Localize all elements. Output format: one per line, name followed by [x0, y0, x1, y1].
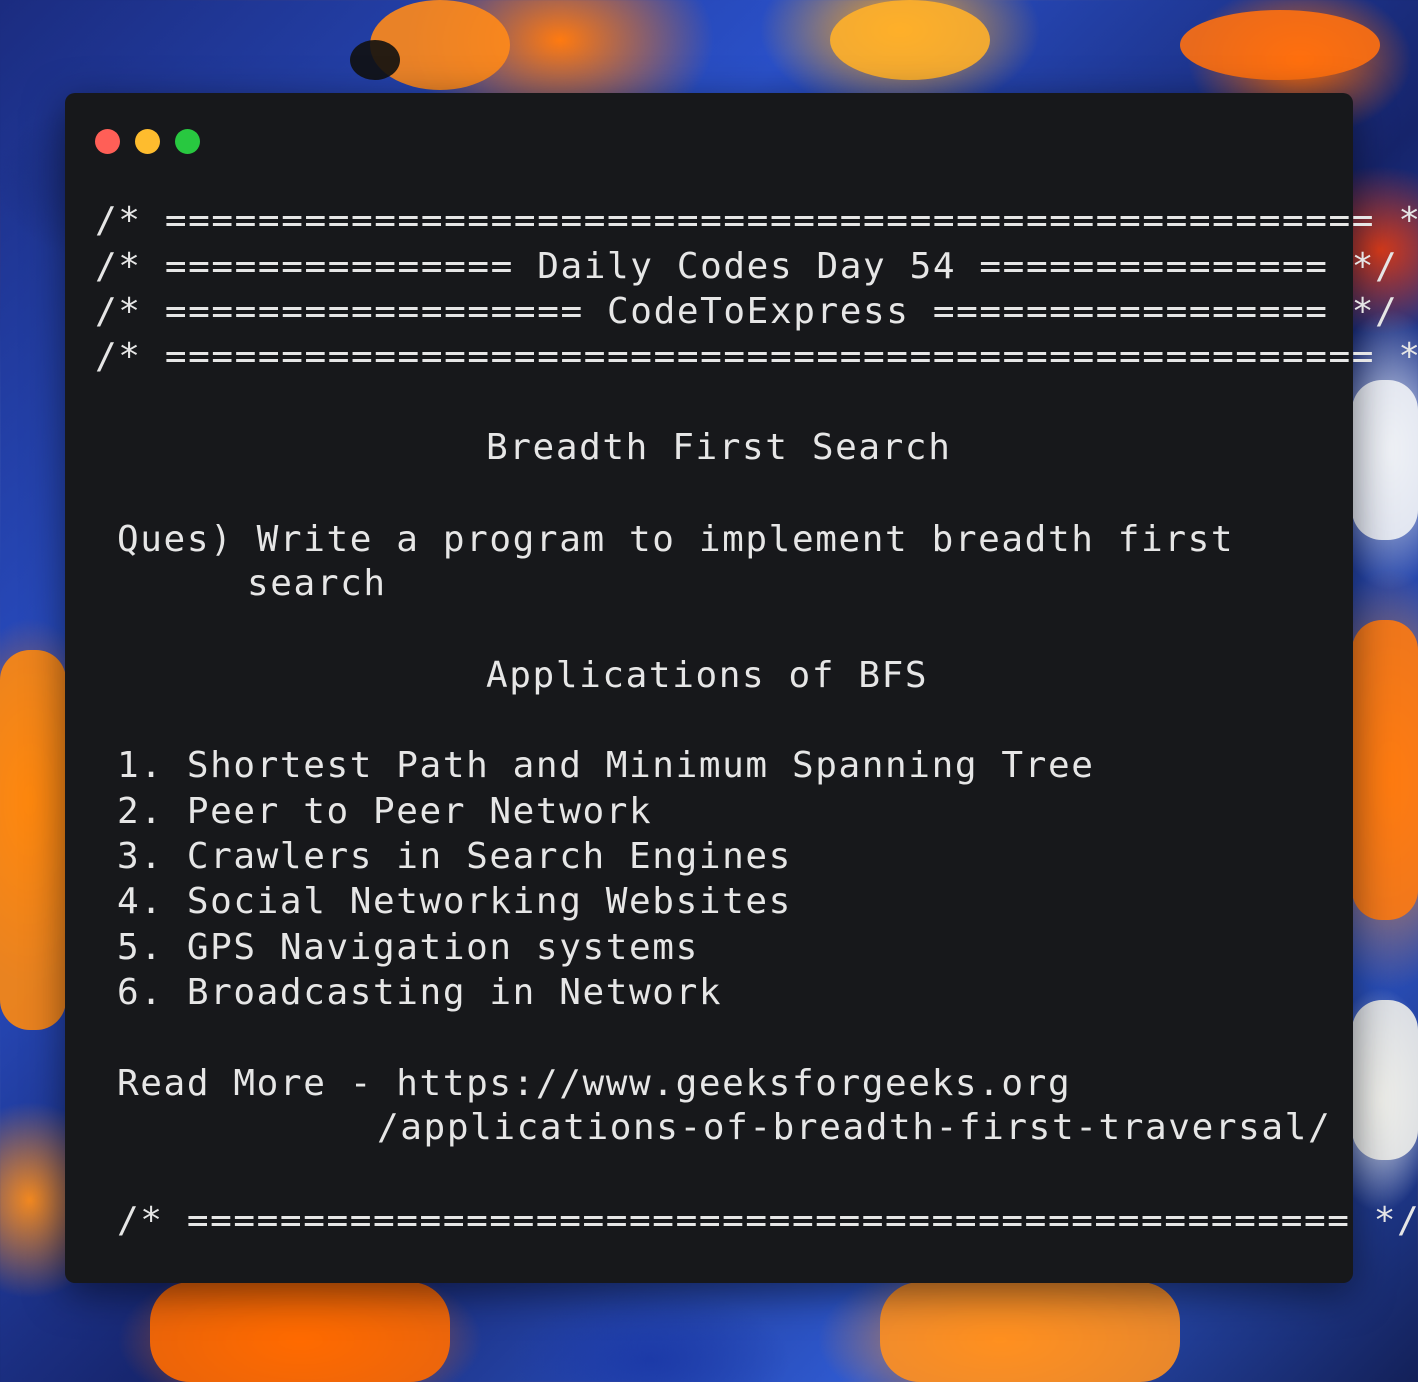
code-content: /* =====================================…: [65, 93, 1418, 1239]
header-line-4: /* =====================================…: [95, 336, 1418, 377]
paint-splash: [350, 40, 400, 80]
paint-splash: [830, 0, 990, 80]
zoom-button[interactable]: [175, 129, 200, 154]
list-item: 3. Crawlers in Search Engines: [117, 836, 792, 877]
footer-line: /* =====================================…: [117, 1200, 1418, 1241]
read-more-line-1: Read More - https://www.geeksforgeeks.or…: [117, 1063, 1072, 1104]
read-more-line-2: /applications-of-breadth-first-traversal…: [377, 1107, 1332, 1148]
paint-splash: [1352, 620, 1418, 920]
page-title: Breadth First Search: [486, 427, 952, 468]
list-item: 4. Social Networking Websites: [117, 881, 792, 922]
list-item: 6. Broadcasting in Network: [117, 972, 723, 1013]
header-line-1: /* =====================================…: [95, 200, 1418, 241]
list-item: 2. Peer to Peer Network: [117, 791, 653, 832]
question-line-1: Ques) Write a program to implement bread…: [117, 519, 1235, 560]
question-line-2: search: [247, 563, 387, 604]
paint-splash: [1352, 380, 1418, 540]
paint-splash: [880, 1282, 1180, 1382]
header-line-2: /* =============== Daily Codes Day 54 ==…: [95, 246, 1399, 287]
header-line-3: /* ================== CodeToExpress ====…: [95, 291, 1399, 332]
paint-splash: [0, 650, 66, 1030]
paint-splash: [150, 1282, 450, 1382]
paint-splash: [1352, 1000, 1418, 1160]
code-window: /* =====================================…: [65, 93, 1418, 1283]
list-item: 1. Shortest Path and Minimum Spanning Tr…: [117, 745, 1095, 786]
applications-heading: Applications of BFS: [486, 655, 929, 696]
paint-splash: [1180, 10, 1380, 80]
list-item: 5. GPS Navigation systems: [117, 927, 699, 968]
